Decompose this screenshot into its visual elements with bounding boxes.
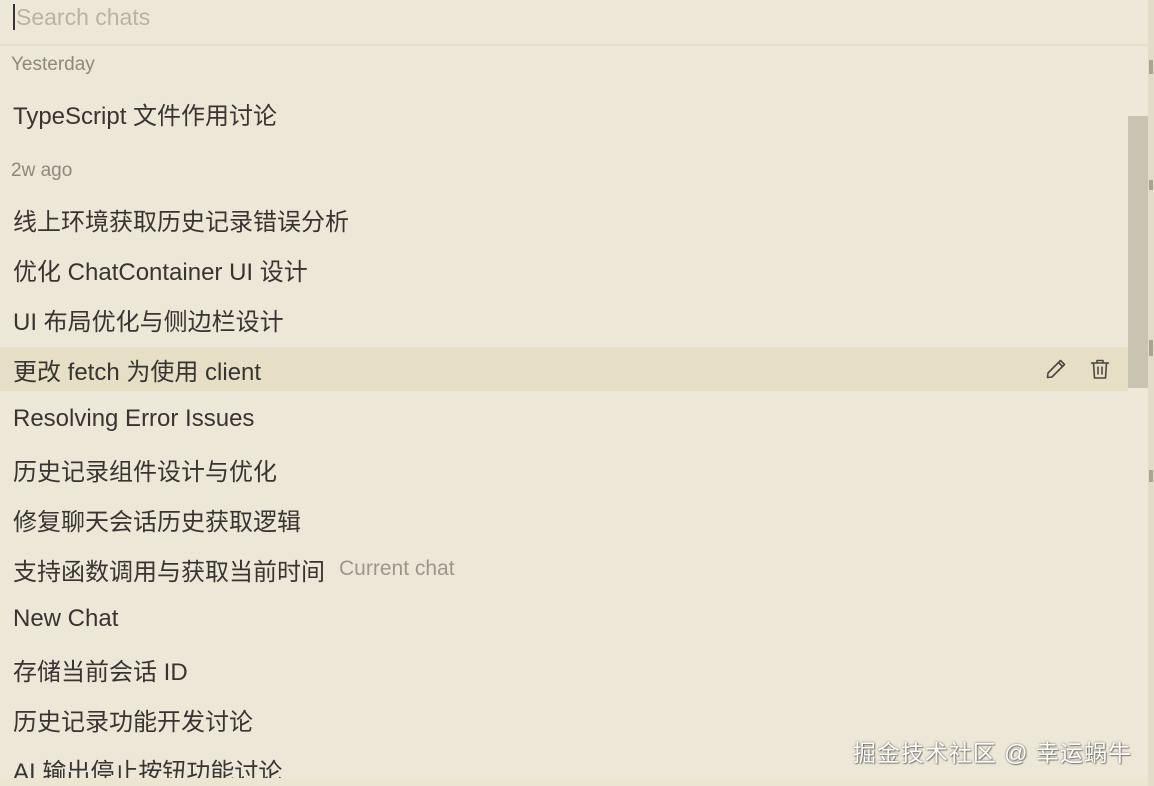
chat-item[interactable]: UI 布局优化与侧边栏设计 [0, 297, 1128, 341]
text-caret [13, 4, 15, 30]
group-label-2w-ago: 2w ago [11, 160, 73, 181]
chat-item[interactable]: 历史记录组件设计与优化 [0, 447, 1128, 491]
window-edge [1148, 0, 1154, 786]
chat-item-title: New Chat [13, 605, 119, 632]
group-label-yesterday: Yesterday [11, 54, 95, 75]
chat-item[interactable]: New Chat [0, 597, 1128, 641]
pencil-icon[interactable] [1042, 355, 1070, 383]
chat-item-title: AI 输出停止按钮功能讨论 [13, 758, 283, 779]
chat-item[interactable]: Resolving Error Issues [0, 397, 1128, 441]
chat-history-panel: Yesterday TypeScript 文件作用讨论 2w ago 线上环境获… [0, 0, 1149, 778]
chat-item-title: 历史记录组件设计与优化 [13, 458, 277, 486]
chat-item-title: 支持函数调用与获取当前时间 [13, 558, 325, 586]
trash-icon[interactable] [1086, 355, 1114, 383]
chat-item-title: 线上环境获取历史记录错误分析 [13, 208, 349, 236]
chat-item-title: 历史记录功能开发讨论 [13, 708, 253, 736]
chat-item-title: Resolving Error Issues [13, 405, 255, 432]
chat-item[interactable]: 存储当前会话 ID [0, 647, 1128, 691]
chat-item-hovered[interactable]: 更改 fetch 为使用 client [0, 347, 1128, 391]
current-chat-badge: Current chat [339, 557, 455, 580]
chat-item[interactable]: 线上环境获取历史记录错误分析 [0, 197, 1128, 241]
chat-item-title: TypeScript 文件作用讨论 [13, 102, 278, 130]
chat-item[interactable]: 优化 ChatContainer UI 设计 [0, 247, 1128, 291]
chat-item-title: 优化 ChatContainer UI 设计 [13, 258, 308, 286]
chat-item-title: 存储当前会话 ID [13, 658, 188, 686]
search-input[interactable] [12, 0, 1116, 34]
chat-item-current[interactable]: 支持函数调用与获取当前时间 Current chat [0, 547, 1128, 591]
watermark-text: 掘金技术社区 @ 幸运蜗牛 [852, 740, 1132, 766]
chat-item[interactable]: TypeScript 文件作用讨论 [0, 91, 1128, 135]
chat-item-title: UI 布局优化与侧边栏设计 [13, 308, 284, 336]
chat-item-title: 更改 fetch 为使用 client [13, 358, 262, 386]
chat-item-title: 修复聊天会话历史获取逻辑 [13, 508, 301, 536]
chat-item[interactable]: 修复聊天会话历史获取逻辑 [0, 497, 1128, 541]
row-actions [1042, 355, 1114, 383]
search-bar [0, 0, 1148, 46]
scrollbar-thumb[interactable] [1128, 116, 1148, 388]
